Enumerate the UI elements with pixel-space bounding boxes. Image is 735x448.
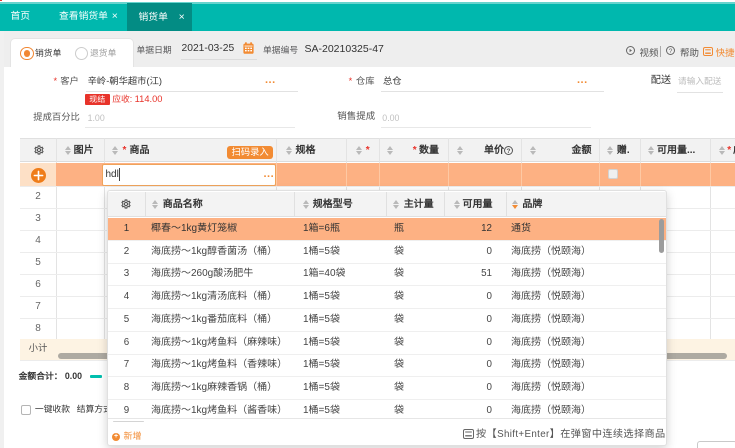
svg-text:?: ? — [507, 147, 511, 154]
svg-text:?: ? — [669, 48, 673, 55]
